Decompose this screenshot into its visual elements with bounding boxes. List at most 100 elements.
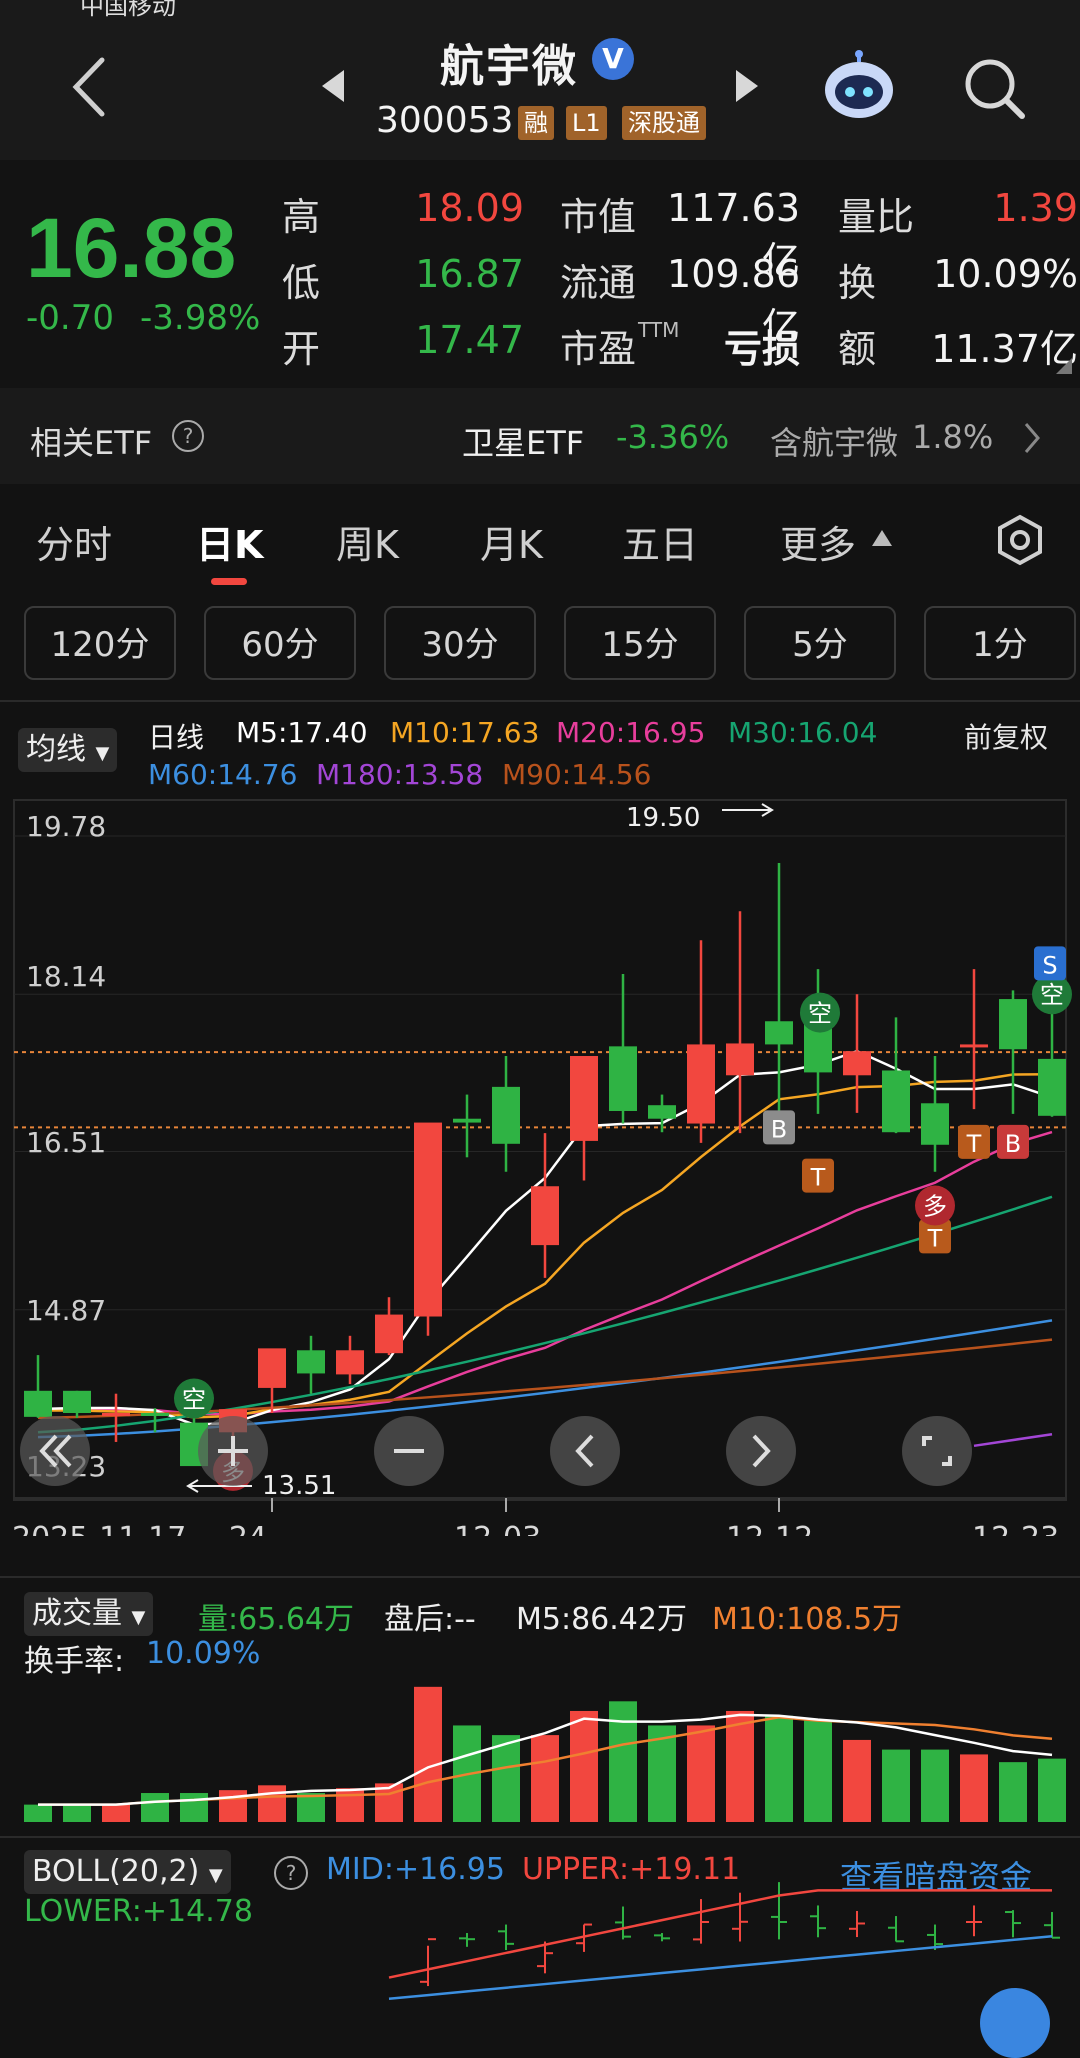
candle-body bbox=[648, 1105, 676, 1119]
period-120min[interactable]: 120分 bbox=[24, 606, 176, 680]
volume-bar bbox=[726, 1710, 754, 1822]
volume-bar bbox=[414, 1686, 442, 1822]
date-label: 12-23 bbox=[972, 1521, 1059, 1536]
buy-marker: B bbox=[771, 1115, 787, 1143]
t-marker: T bbox=[810, 1164, 826, 1192]
candle-body bbox=[297, 1350, 325, 1374]
date-label: 2025-11-17 bbox=[12, 1521, 186, 1536]
adjust-mode[interactable]: 前复权 bbox=[964, 716, 1048, 756]
next-stock-icon[interactable] bbox=[732, 66, 762, 106]
zoom-in-button[interactable] bbox=[198, 1416, 268, 1486]
volume-value: 量:65.64万 bbox=[198, 1602, 354, 1637]
volume-bar bbox=[960, 1754, 988, 1822]
volume-bar bbox=[921, 1749, 949, 1822]
volume-chart[interactable] bbox=[0, 1640, 1080, 1826]
margin-tag: 融 bbox=[518, 106, 554, 140]
high-label: 高 bbox=[282, 195, 321, 239]
fullscreen-button[interactable] bbox=[902, 1416, 972, 1486]
volume-ratio-label: 量比 bbox=[838, 195, 915, 239]
volume-bar bbox=[180, 1793, 208, 1822]
candle-body bbox=[492, 1086, 520, 1144]
ma180-legend: M180:13.58 bbox=[316, 758, 484, 791]
buy-marker: B bbox=[1005, 1130, 1021, 1158]
period-15min[interactable]: 15分 bbox=[564, 606, 716, 680]
turnover-label: 换 bbox=[838, 261, 877, 305]
after-hours-volume: 盘后:-- bbox=[384, 1602, 476, 1637]
sell-signal: 空 bbox=[808, 1000, 832, 1028]
etf-change: -3.36% bbox=[616, 418, 730, 456]
volume-bar bbox=[1038, 1758, 1066, 1822]
candle-body bbox=[765, 1021, 793, 1045]
ma20-legend: M20:16.95 bbox=[556, 716, 706, 749]
tab-weekly-k[interactable]: 周K bbox=[336, 514, 399, 569]
corner-expand-icon[interactable] bbox=[1056, 358, 1072, 374]
turnover-value: 10.09% bbox=[933, 252, 1078, 296]
scroll-right-button[interactable] bbox=[726, 1416, 796, 1486]
period-1min[interactable]: 1分 bbox=[924, 606, 1076, 680]
candle-body bbox=[336, 1350, 364, 1375]
indicator-selector-label: 均线 bbox=[26, 732, 86, 767]
price-change: -0.70 bbox=[26, 298, 114, 338]
sell-signal: 空 bbox=[182, 1386, 206, 1414]
zoom-out-button[interactable] bbox=[374, 1416, 444, 1486]
floating-action-button[interactable] bbox=[980, 1988, 1050, 2058]
tab-more[interactable]: 更多 bbox=[780, 514, 856, 569]
open-label: 开 bbox=[282, 327, 321, 371]
candle-body bbox=[960, 1044, 988, 1048]
volume-bar bbox=[687, 1725, 715, 1822]
etf-name[interactable]: 卫星ETF bbox=[462, 418, 584, 464]
sell-marker: S bbox=[1042, 951, 1057, 979]
chevron-right-icon[interactable] bbox=[1020, 418, 1044, 458]
connect-tag: 深股通 bbox=[622, 106, 706, 140]
settings-icon[interactable] bbox=[994, 514, 1046, 566]
tab-monthly-k[interactable]: 月K bbox=[480, 514, 543, 569]
price-change-pct: -3.98% bbox=[140, 298, 261, 338]
volume-bar bbox=[102, 1804, 130, 1822]
prev-stock-icon[interactable] bbox=[318, 66, 348, 106]
boll-chart[interactable] bbox=[0, 1870, 1080, 2015]
candle-body bbox=[63, 1390, 91, 1414]
volume-bar bbox=[843, 1739, 871, 1822]
float-label: 流通 bbox=[560, 261, 637, 305]
tab-intraday[interactable]: 分时 bbox=[36, 514, 112, 569]
verified-icon: V bbox=[592, 38, 634, 80]
candle-body bbox=[687, 1044, 715, 1124]
tab-daily-k[interactable]: 日K bbox=[196, 514, 263, 569]
ma60-line bbox=[37, 1319, 1053, 1439]
ma180-line bbox=[973, 1432, 1053, 1448]
header-bar: 中国移动 航宇微 V 300053 融 L1 深股通 bbox=[0, 0, 1080, 160]
scroll-left-fast-button[interactable] bbox=[20, 1416, 90, 1486]
sell-signal: 空 bbox=[1040, 981, 1064, 1009]
back-icon[interactable] bbox=[60, 52, 116, 122]
volume-bar bbox=[63, 1804, 91, 1822]
divider bbox=[0, 1836, 1080, 1838]
period-60min[interactable]: 60分 bbox=[204, 606, 356, 680]
candle-body bbox=[609, 1046, 637, 1111]
amount-label: 额 bbox=[838, 327, 877, 371]
period-30min[interactable]: 30分 bbox=[384, 606, 536, 680]
candle-body bbox=[921, 1103, 949, 1145]
stock-name: 航宇微 bbox=[440, 41, 578, 92]
date-label: 12-12 bbox=[726, 1521, 813, 1536]
divider bbox=[0, 700, 1080, 702]
t-marker: T bbox=[927, 1224, 943, 1252]
pe-label: 市盈 bbox=[560, 327, 637, 371]
period-5min[interactable]: 5分 bbox=[744, 606, 896, 680]
search-icon[interactable] bbox=[962, 56, 1026, 120]
candle-body bbox=[882, 1070, 910, 1133]
help-icon[interactable]: ? bbox=[172, 420, 204, 452]
tab-five-day[interactable]: 五日 bbox=[622, 514, 698, 569]
candle-body bbox=[1038, 1058, 1066, 1116]
candle-body bbox=[453, 1118, 481, 1123]
volume-bar bbox=[336, 1788, 364, 1822]
robot-assistant-icon[interactable] bbox=[820, 48, 898, 122]
high-value: 18.09 bbox=[415, 186, 524, 230]
ma30-legend: M30:16.04 bbox=[728, 716, 878, 749]
scroll-left-button[interactable] bbox=[550, 1416, 620, 1486]
pe-value: 亏损 bbox=[723, 327, 800, 371]
date-label: 12-03 bbox=[454, 1521, 541, 1536]
volume-selector[interactable]: 成交量 ▼ bbox=[24, 1592, 154, 1636]
level-tag: L1 bbox=[566, 106, 607, 140]
volume-bar bbox=[492, 1735, 520, 1822]
indicator-selector[interactable]: 均线 ▼ bbox=[18, 728, 118, 772]
